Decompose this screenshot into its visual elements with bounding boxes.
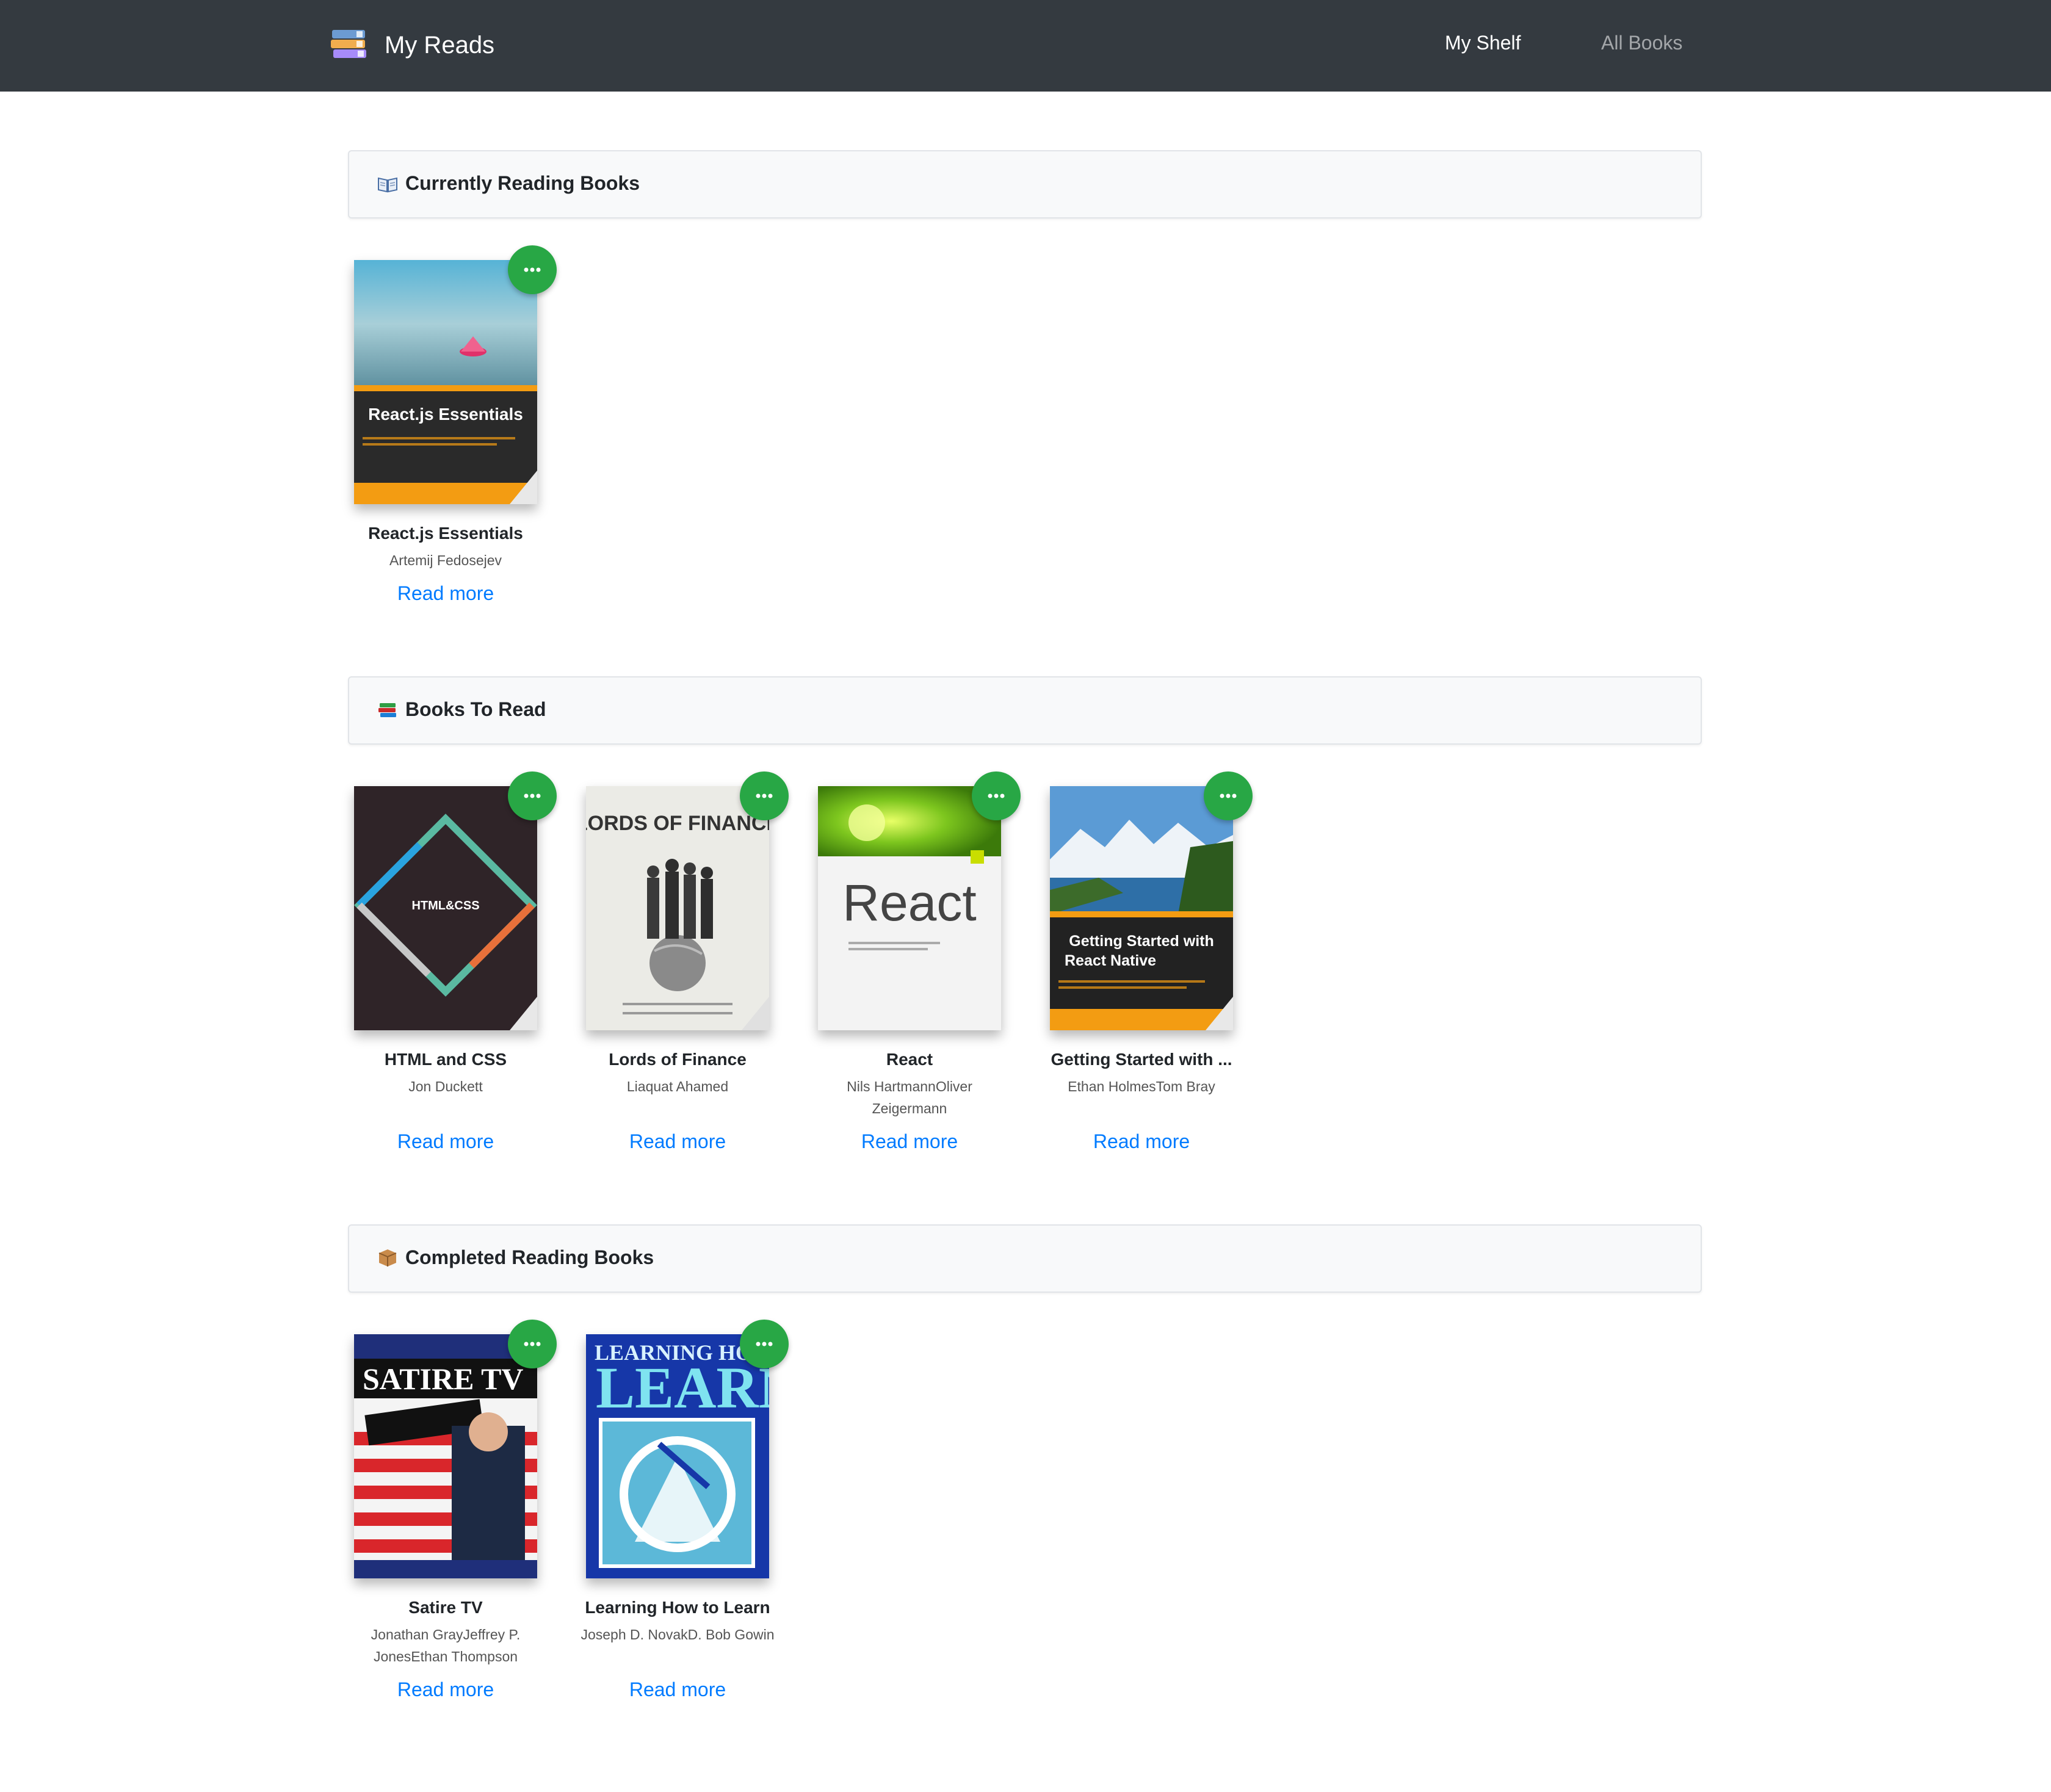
book-menu-button[interactable] [740,771,789,820]
book-cover[interactable]: LEARNING HOW LEARN [586,1334,769,1578]
cover-image: LEARNING HOW LEARN [586,1334,769,1578]
svg-text:SATIRE TV: SATIRE TV [363,1362,524,1396]
book-author: Liaquat Ahamed [626,1078,729,1094]
cover-image: HTML&CSS [354,786,537,1030]
more-horizontal-icon [524,1342,541,1346]
read-more-link[interactable]: Read more [293,582,598,605]
book-cover[interactable]: SATIRE TV [354,1334,537,1578]
svg-text:React.js Essentials: React.js Essentials [368,405,523,424]
brand[interactable]: My Reads [330,25,494,65]
cover-image: SATIRE TV [354,1334,537,1578]
book-menu-button[interactable] [740,1320,789,1368]
svg-text:LORDS OF FINANCE: LORDS OF FINANCE [586,812,769,835]
svg-text:React Native: React Native [1065,952,1156,969]
cover-image: React.js Essentials [354,260,537,504]
book-author: Jonathan GrayJeffrey P. JonesEthan Thomp… [371,1627,521,1664]
book-card: LORDS OF FINANCE Lords of Finance Liaqua… [525,771,789,1152]
shelf-title-text: Completed Reading Books [405,1246,654,1268]
more-horizontal-icon [756,1342,773,1346]
app-title: My Reads [385,31,495,59]
book-cover[interactable]: LORDS OF FINANCE [586,786,769,1030]
svg-text:Getting Started with: Getting Started with [1069,933,1214,950]
nav-my-shelf[interactable]: My Shelf [1445,32,1521,54]
book-card: LEARNING HOW LEARN Learning How to Learn… [525,1320,789,1700]
package-icon [378,1249,397,1266]
navbar: My Reads My Shelf All Books [0,0,2051,92]
more-horizontal-icon [524,267,541,272]
shelf-header-completed: Completed Reading Books [348,1224,1702,1293]
book-card: React React Nils HartmannOliver Zeigerma… [757,771,1021,1152]
book-cover[interactable]: React.js Essentials [354,260,537,504]
cover-image: LORDS OF FINANCE [586,786,769,1030]
cover-image: Getting Started with React Native [1050,786,1233,1030]
book-cover[interactable]: HTML&CSS [354,786,537,1030]
svg-text:HTML&CSS: HTML&CSS [411,899,479,912]
nav-all-books[interactable]: All Books [1601,32,1682,54]
book-author: Nils HartmannOliver Zeigermann [847,1078,972,1116]
book-card: HTML&CSS HTML and CSS Jon Duckett Read m… [293,771,557,1152]
open-book-icon [378,177,397,192]
book-author: Ethan HolmesTom Bray [1068,1078,1215,1094]
svg-text:LEARN: LEARN [596,1355,769,1420]
book-title: React.js Essentials [368,524,523,543]
books-stack-icon [378,703,396,717]
more-horizontal-icon [988,793,1005,798]
book-menu-button[interactable] [508,245,557,294]
shelf-title-text: Currently Reading Books [405,172,640,194]
svg-text:React: React [842,874,976,931]
book-menu-button[interactable] [508,1320,557,1368]
book-card: SATIRE TV Satire TV Jonathan GrayJeffrey… [293,1320,557,1700]
more-horizontal-icon [1220,793,1237,798]
shelf-header-currently-reading: Currently Reading Books [348,150,1702,219]
book-card: React.js Essentials React.js Essentials … [293,245,557,604]
shelf-title-text: Books To Read [405,698,546,720]
shelf-title: Completed Reading Books [377,1246,654,1269]
more-horizontal-icon [524,793,541,798]
cover-image: React [818,786,1001,1030]
shelf-title: Books To Read [377,698,546,721]
book-title: Learning How to Learn [585,1598,770,1617]
book-author: Joseph D. NovakD. Bob Gowin [581,1627,775,1642]
book-card: Getting Started with React Native Gettin… [989,771,1253,1152]
shelf-header-books-to-read: Books To Read [348,676,1702,745]
book-menu-button[interactable] [508,771,557,820]
book-author: Jon Duckett [408,1078,483,1094]
book-menu-button[interactable] [1204,771,1253,820]
read-more-link[interactable]: Read more [525,1678,830,1701]
more-horizontal-icon [756,793,773,798]
books-logo-icon [331,30,366,58]
read-more-link[interactable]: Read more [989,1130,1294,1153]
book-author: Artemij Fedosejev [389,552,502,568]
book-cover[interactable]: Getting Started with React Native [1050,786,1233,1030]
shelf-title: Currently Reading Books [377,172,640,195]
book-menu-button[interactable] [972,771,1021,820]
book-cover[interactable]: React [818,786,1001,1030]
book-title: Getting Started with ... [1051,1050,1232,1069]
